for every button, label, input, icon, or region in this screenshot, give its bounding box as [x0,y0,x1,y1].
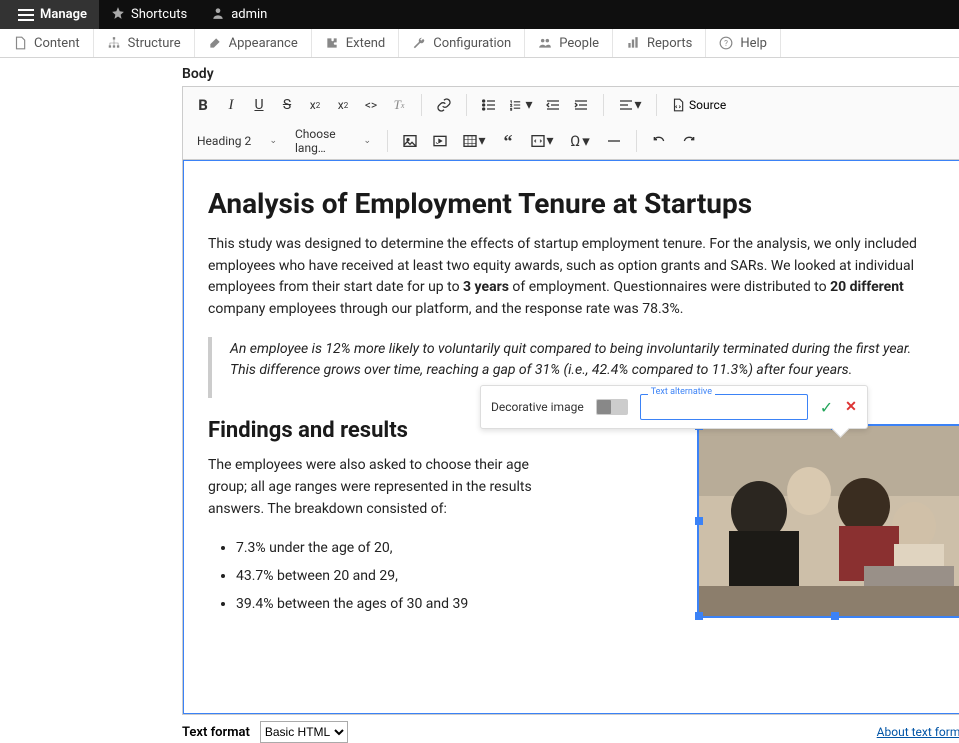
hierarchy-icon [107,36,121,50]
content-list: 7.3% under the age of 20, 43.7% between … [208,534,538,618]
resize-handle-mid-left[interactable] [695,517,703,525]
tab-configuration-label: Configuration [433,36,511,51]
underline-button[interactable]: U [245,91,273,119]
image-button[interactable] [396,127,424,155]
tab-help-label: Help [740,36,767,51]
confirm-button[interactable]: ✓ [820,398,833,417]
content-paragraph-2: The employees were also asked to choose … [208,455,538,520]
admin-tabs: Content Structure Appearance Extend Conf… [0,29,959,58]
codeblock-button[interactable]: ▾ [524,127,560,155]
user-menu[interactable]: admin [199,0,279,29]
list-item: 7.3% under the age of 20, [236,534,538,562]
tab-help[interactable]: ? Help [706,29,781,57]
text-format-row: Text format Basic HTML About text format… [182,715,959,743]
special-char-button[interactable]: Ω▾ [562,127,598,155]
content-paragraph-1: This study was designed to determine the… [208,234,951,321]
strikethrough-button[interactable]: S [273,91,301,119]
text-alternative-input[interactable] [640,394,808,420]
text-alternative-field-wrap: Text alternative [640,394,808,420]
superscript-button[interactable]: x2 [301,91,329,119]
tab-structure-label: Structure [128,36,181,51]
svg-text:3: 3 [511,107,513,111]
list-item: 39.4% between the ages of 30 and 39 [236,590,538,618]
table-button[interactable]: ▾ [456,127,492,155]
editor-content-area[interactable]: Analysis of Employment Tenure at Startup… [182,160,959,715]
link-button[interactable] [430,91,458,119]
content-heading: Analysis of Employment Tenure at Startup… [208,187,951,220]
paintbrush-icon [208,36,222,50]
source-icon [671,98,685,112]
source-button[interactable]: Source [665,91,732,119]
svg-text:?: ? [724,38,728,48]
subscript-button[interactable]: x2 [329,91,357,119]
alignment-button[interactable]: ▾ [612,91,648,119]
bulleted-list-button[interactable] [475,91,503,119]
question-icon: ? [719,36,733,50]
italic-button[interactable]: I [217,91,245,119]
list-item: 43.7% between 20 and 29, [236,562,538,590]
heading-dropdown[interactable]: Heading 2⌄ [189,127,285,155]
redo-button[interactable] [675,127,703,155]
horizontal-line-button[interactable] [600,127,628,155]
tab-people-label: People [559,36,599,51]
bar-chart-icon [626,36,640,50]
editor-toolbar: B I U S x2 x2 <> Tx 123▾ ▾ Source [182,86,959,160]
bold-button[interactable]: B [189,91,217,119]
tab-people[interactable]: People [525,29,613,57]
indent-button[interactable] [567,91,595,119]
tab-appearance[interactable]: Appearance [195,29,312,57]
heading-label: Heading 2 [197,134,251,148]
user-label: admin [231,7,267,22]
language-label: Choose lang… [295,127,359,155]
blockquote-button[interactable]: “ [494,127,522,155]
decorative-toggle[interactable] [596,399,628,415]
tab-reports-label: Reports [647,36,692,51]
shortcuts-label: Shortcuts [131,7,187,22]
text-format-select[interactable]: Basic HTML [260,721,348,743]
tab-extend-label: Extend [346,36,386,51]
tab-appearance-label: Appearance [229,36,298,51]
tab-content-label: Content [34,36,80,51]
tab-extend[interactable]: Extend [312,29,400,57]
code-button[interactable]: <> [357,91,385,119]
manage-label: Manage [40,7,87,22]
puzzle-icon [325,36,339,50]
tab-configuration[interactable]: Configuration [399,29,525,57]
undo-button[interactable] [645,127,673,155]
text-alternative-legend: Text alternative [648,387,715,397]
cancel-button[interactable]: ✕ [845,399,857,415]
numbered-list-button[interactable]: 123▾ [503,91,539,119]
image-alt-balloon: Decorative image Text alternative ✓ ✕ [480,385,868,429]
tab-reports[interactable]: Reports [613,29,706,57]
remove-format-button[interactable]: Tx [385,91,413,119]
wrench-icon [412,36,426,50]
shortcuts-link[interactable]: Shortcuts [99,0,199,29]
manage-menu-toggle[interactable]: Manage [0,0,99,29]
media-button[interactable] [426,127,454,155]
body-field-label: Body [182,64,959,86]
people-icon [538,36,552,50]
blockquote-text: An employee is 12% more likely to volunt… [230,339,933,382]
file-icon [13,36,27,50]
tab-content[interactable]: Content [0,29,94,57]
resize-handle-bottom-mid[interactable] [831,612,839,620]
image-placeholder [699,426,959,616]
resize-handle-bottom-left[interactable] [695,612,703,620]
selected-image[interactable] [697,424,959,618]
source-label: Source [689,98,726,112]
star-icon [111,6,125,24]
user-icon [211,6,225,24]
outdent-button[interactable] [539,91,567,119]
about-text-formats-link[interactable]: About text formats [877,725,959,739]
decorative-label: Decorative image [491,400,584,414]
admin-topbar: Manage Shortcuts admin [0,0,959,29]
language-dropdown[interactable]: Choose lang…⌄ [287,127,379,155]
hamburger-icon [18,9,34,21]
tab-structure[interactable]: Structure [94,29,195,57]
